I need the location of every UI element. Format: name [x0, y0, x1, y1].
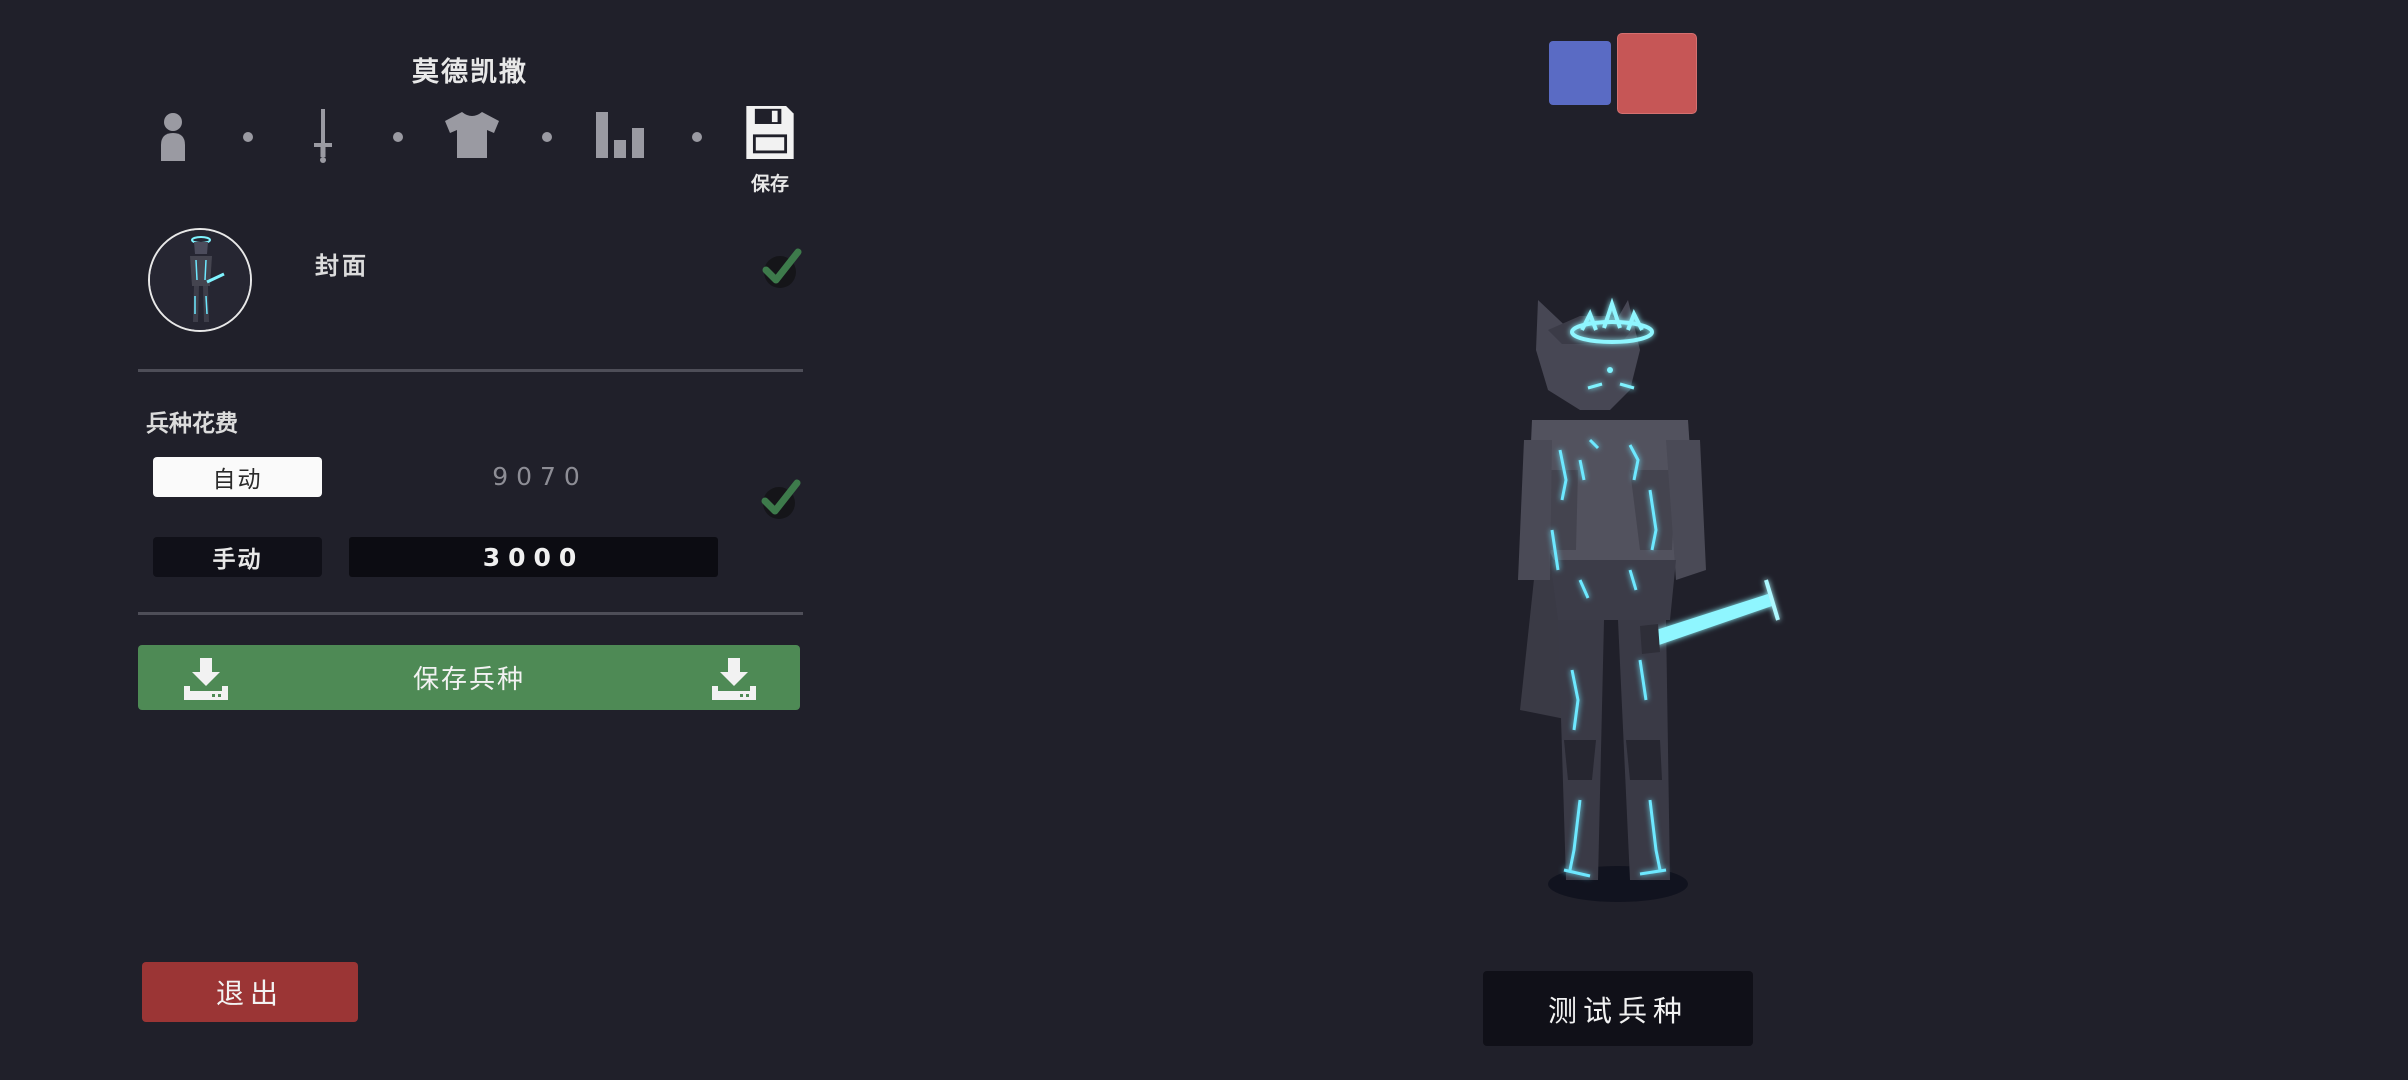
unit-3d-preview[interactable] [1480, 280, 1800, 920]
save-unit-label: 保存兵种 [412, 665, 525, 695]
step-separator-dot [692, 132, 702, 142]
step-clothing[interactable] [444, 110, 500, 160]
floppy-disk-icon [746, 106, 794, 159]
save-unit-button[interactable]: 保存兵种 [138, 645, 800, 710]
unit-name-title: 莫德凯撒 [412, 57, 528, 88]
unit-thumbnail-icon [150, 230, 250, 330]
shirt-icon [445, 112, 499, 158]
unit-avatar[interactable] [148, 228, 252, 332]
cover-check[interactable] [758, 246, 802, 294]
knight-figure-icon [1518, 297, 1780, 902]
step-unit-base[interactable] [155, 108, 191, 164]
exit-button[interactable]: 退出 [142, 962, 358, 1022]
test-unit-button[interactable]: 测试兵种 [1483, 971, 1753, 1046]
step-weapons[interactable] [305, 108, 341, 164]
team-red-swatch[interactable] [1617, 33, 1697, 114]
download-icon [712, 658, 756, 700]
sword-icon [314, 109, 332, 163]
step-separator-dot [542, 132, 552, 142]
team-blue-swatch[interactable] [1549, 41, 1611, 105]
step-stats[interactable] [595, 112, 647, 158]
download-icon [184, 658, 228, 700]
manual-cost-input[interactable]: 3000 [349, 537, 718, 577]
save-step-label: 保存 [750, 173, 789, 195]
step-save[interactable]: 保存 [742, 106, 798, 196]
section-divider [138, 369, 803, 372]
cover-label: 封面 [315, 252, 369, 280]
auto-cost-toggle[interactable]: 自动 [153, 457, 322, 497]
bar-chart-icon [596, 112, 644, 158]
manual-cost-toggle[interactable]: 手动 [153, 537, 322, 577]
step-separator-dot [393, 132, 403, 142]
section-divider [138, 612, 803, 615]
checkmark-icon [761, 479, 801, 519]
checkmark-icon [762, 248, 802, 288]
unit-cost-label: 兵种花费 [146, 411, 238, 437]
person-icon [161, 113, 185, 161]
step-separator-dot [243, 132, 253, 142]
auto-cost-value: 9070 [492, 462, 588, 491]
cost-check[interactable] [757, 477, 801, 525]
